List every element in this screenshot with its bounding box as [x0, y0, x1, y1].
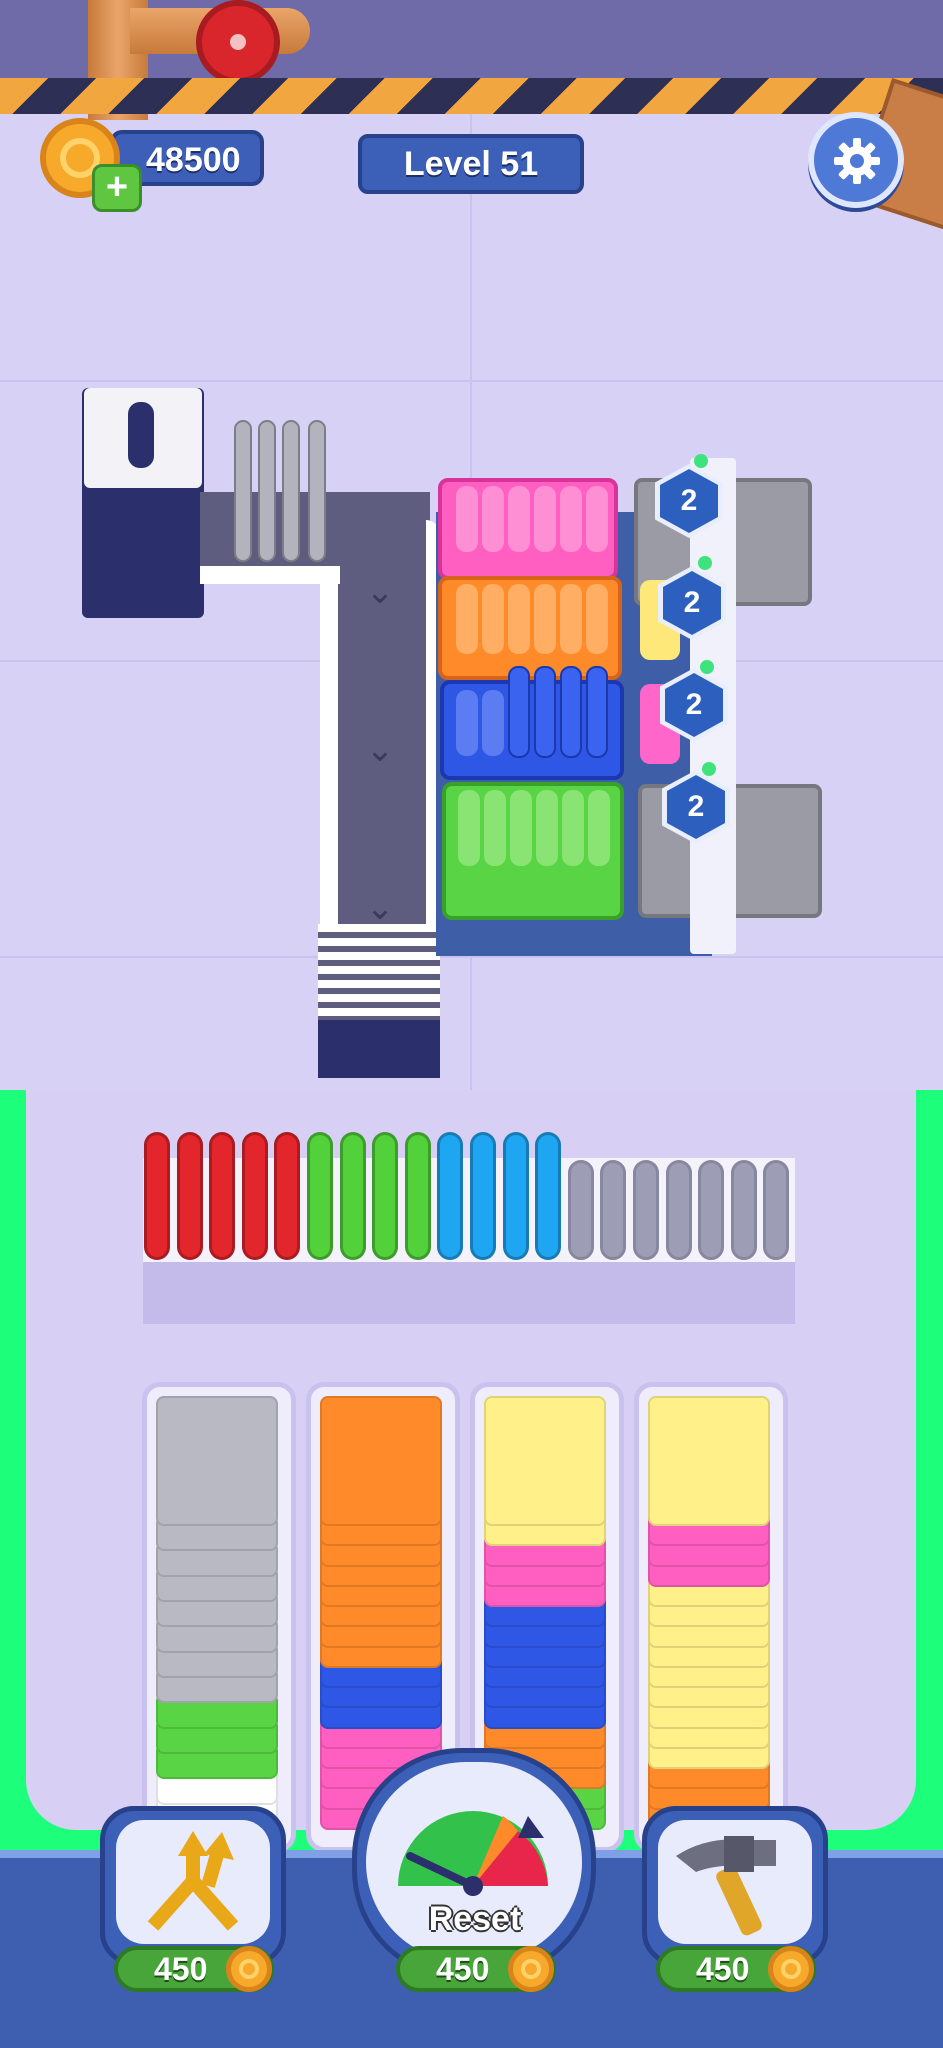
floor-grid-line	[0, 956, 943, 958]
shelf-slot	[508, 486, 530, 552]
queued-tube	[535, 1132, 561, 1260]
grey-tube	[282, 420, 300, 562]
grey-tube	[234, 420, 252, 562]
blue-tube	[560, 666, 582, 758]
empty-queue-slot	[763, 1160, 789, 1260]
add-coins-button[interactable]: +	[92, 164, 142, 212]
shelf-slot	[588, 790, 610, 866]
blue-tube	[534, 666, 556, 758]
queued-tube	[340, 1132, 366, 1260]
conveyor-rail	[320, 570, 338, 930]
gem-icon	[702, 762, 716, 776]
shelf-slot	[484, 790, 506, 866]
blue-tube	[508, 666, 530, 758]
gauge-icon	[398, 1811, 548, 1896]
shelf-slot	[534, 584, 556, 654]
shelf-slot	[456, 584, 478, 654]
shelf-slot	[458, 790, 480, 866]
shelf-slot	[536, 790, 558, 866]
gem-icon	[694, 454, 708, 468]
shelf-slot	[586, 584, 608, 654]
chevron-down-icon: ⌄	[365, 889, 395, 927]
tube-queue-base	[143, 1262, 795, 1324]
queued-tube	[274, 1132, 300, 1260]
queued-tube	[405, 1132, 431, 1260]
gem-icon	[698, 556, 712, 570]
shelf-slot	[586, 486, 608, 552]
shelf-slot	[482, 690, 504, 756]
coin-icon	[226, 1946, 272, 1992]
shelf-slot	[456, 690, 478, 756]
stack-tile	[156, 1396, 278, 1526]
settings-button[interactable]	[808, 112, 904, 208]
empty-queue-slot	[731, 1160, 757, 1260]
conveyor-belt	[330, 492, 430, 932]
empty-queue-slot	[698, 1160, 724, 1260]
gear-icon	[834, 138, 880, 184]
empty-queue-slot	[568, 1160, 594, 1260]
valve-decoration	[196, 0, 280, 84]
stack-tile	[320, 1396, 442, 1526]
gem-icon	[700, 660, 714, 674]
shelf-slot	[510, 790, 532, 866]
queued-tube	[177, 1132, 203, 1260]
shelf-slot	[456, 486, 478, 552]
queued-tube	[144, 1132, 170, 1260]
queued-tube	[242, 1132, 268, 1260]
stack-tile	[648, 1396, 770, 1526]
conveyor-exit-stairs	[318, 924, 440, 1026]
conveyor-rail	[200, 566, 340, 584]
level-indicator: Level 51	[358, 134, 584, 194]
shelf-slot	[562, 790, 584, 866]
hammer-icon	[676, 1836, 776, 1936]
queued-tube	[437, 1132, 463, 1260]
queued-tube	[503, 1132, 529, 1260]
empty-queue-slot	[633, 1160, 659, 1260]
shelf-slot	[534, 486, 556, 552]
chevron-down-icon: ⌄	[365, 731, 395, 769]
shelf-slot	[482, 486, 504, 552]
empty-queue-slot	[666, 1160, 692, 1260]
chevron-down-icon: ⌄	[365, 573, 395, 611]
shuffle-arrows-icon	[147, 1831, 239, 1931]
queued-tube	[470, 1132, 496, 1260]
floor-grid-line	[0, 380, 943, 382]
grey-tube	[308, 420, 326, 562]
reset-label: Reset	[428, 1900, 522, 1938]
coin-icon	[768, 1946, 814, 1992]
stack-tile	[484, 1396, 606, 1526]
grey-tube	[258, 420, 276, 562]
blue-tube	[586, 666, 608, 758]
coin-icon	[508, 1946, 554, 1992]
dispenser-slot	[128, 402, 154, 468]
shelf-slot	[560, 584, 582, 654]
shelf-slot	[482, 584, 504, 654]
conveyor-exit-base	[318, 1020, 440, 1078]
shelf-slot	[508, 584, 530, 654]
coin-balance: 48500	[146, 141, 241, 179]
queued-tube	[307, 1132, 333, 1260]
queued-tube	[209, 1132, 235, 1260]
hazard-stripe	[0, 78, 943, 114]
shelf-slot	[560, 486, 582, 552]
queued-tube	[372, 1132, 398, 1260]
empty-queue-slot	[600, 1160, 626, 1260]
